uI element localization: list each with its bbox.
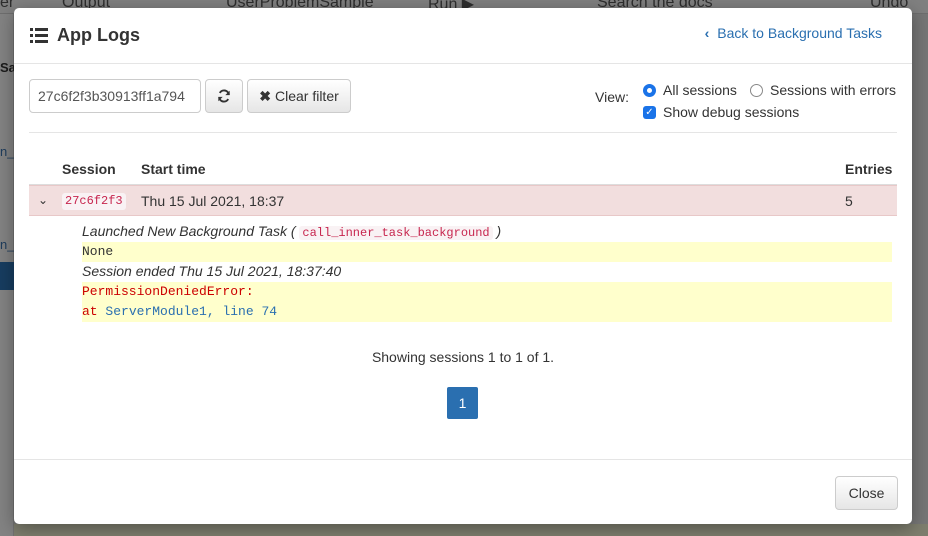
log-output-entry: None [82,242,892,262]
back-link-label: Back to Background Tasks [717,25,882,41]
error-name: PermissionDeniedError: [82,284,254,299]
log-output: None [82,244,114,259]
session-start-time: Thu 15 Jul 2021, 18:37 [141,193,285,209]
view-label: View: [595,89,629,105]
pagination-summary: Showing sessions 1 to 1 of 1. [371,349,555,365]
column-header-entries: Entries [845,161,893,177]
modal-footer-divider [14,459,912,460]
log-launched-entry: Launched New Background Task ( call_inne… [82,223,501,240]
refresh-icon [218,89,230,103]
all-sessions-radio[interactable] [643,84,656,97]
task-name: call_inner_task_background [299,226,493,240]
close-button[interactable]: Close [835,476,898,510]
app-logs-modal: App Logs ‹ Back to Background Tasks 27c6f… [14,8,912,524]
chevron-left-icon: ‹ [704,25,710,41]
all-sessions-label[interactable]: All sessions [663,82,737,98]
column-header-session: Session [62,161,116,177]
session-entries: 5 [845,193,853,209]
clear-filter-label: Clear filter [274,88,339,104]
error-at: at [82,304,98,319]
column-header-start-time: Start time [141,161,206,177]
log-launched-suffix: ) [496,223,502,239]
chevron-down-icon[interactable]: ⌄ [38,193,48,207]
error-traceback: at ServerModule1, line 74 [82,302,892,322]
log-session-ended: Session ended Thu 15 Jul 2021, 18:37:40 [82,263,342,279]
show-debug-checkbox[interactable]: ✓ [643,106,656,119]
session-id: 27c6f2f3 [62,193,126,210]
page-button-1[interactable]: 1 [447,387,478,419]
refresh-button[interactable] [205,79,243,113]
list-icon [30,28,48,43]
times-icon: ✖ [259,87,271,104]
clear-filter-button[interactable]: ✖ Clear filter [247,79,351,113]
log-launched-prefix: Launched New Background Task ( [82,223,296,239]
back-to-background-tasks-link[interactable]: ‹ Back to Background Tasks [705,25,882,41]
modal-title: App Logs [57,25,140,45]
show-debug-label[interactable]: Show debug sessions [663,104,799,120]
sessions-with-errors-radio[interactable] [750,84,763,97]
session-filter-input[interactable]: 27c6f2f3b30913ff1a794 [29,79,201,113]
error-location-link[interactable]: ServerModule1, line 74 [105,304,277,319]
log-error-entry: PermissionDeniedError: at ServerModule1,… [82,282,892,322]
modal-header: App Logs ‹ Back to Background Tasks [14,8,912,64]
sessions-with-errors-label[interactable]: Sessions with errors [770,82,896,98]
filter-divider [29,132,897,133]
table-row[interactable]: ⌄ 27c6f2f3 Thu 15 Jul 2021, 18:37 5 [29,185,897,216]
